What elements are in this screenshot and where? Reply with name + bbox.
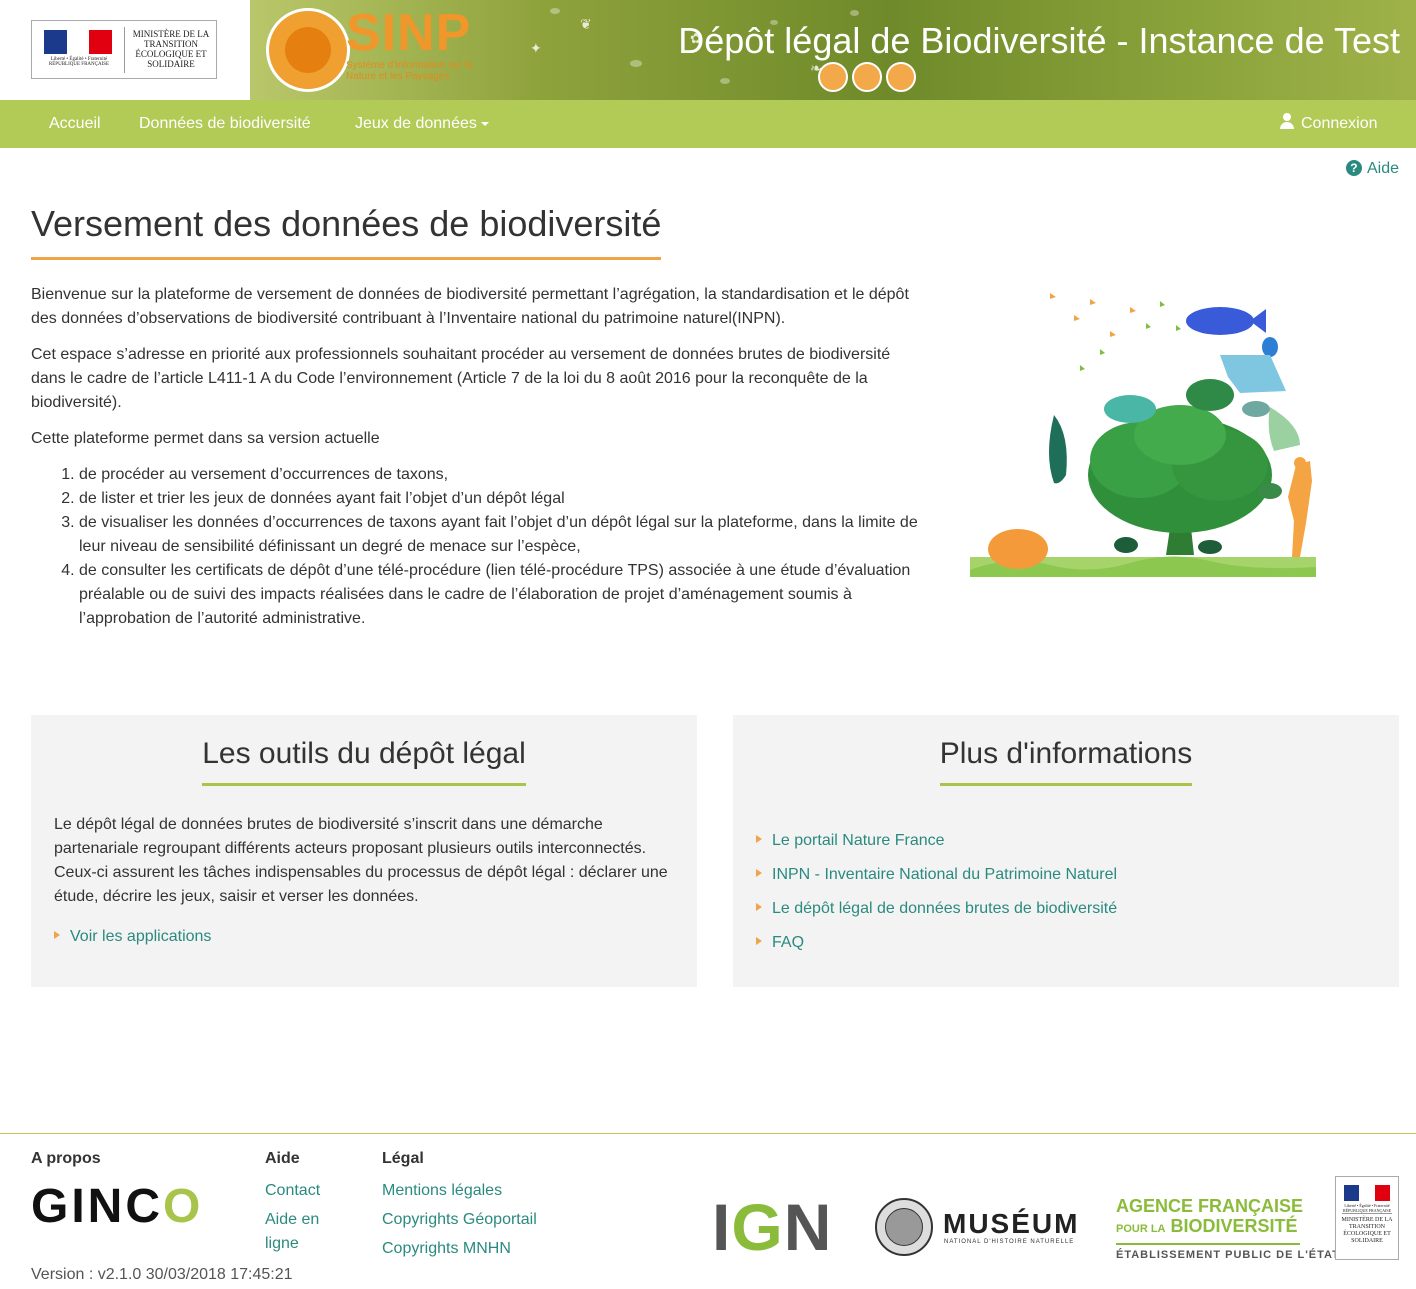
list-item: de procéder au versement d’occurrences d… bbox=[79, 463, 921, 487]
header-banner: ✦ ❦ ✿ ❧ Liberté • Égalité • Fraternité R… bbox=[0, 0, 1416, 100]
user-icon bbox=[1279, 113, 1295, 129]
landscape-icon bbox=[818, 62, 848, 92]
sinp-emblem-icon bbox=[266, 8, 350, 92]
arrow-right-icon bbox=[756, 903, 762, 911]
help-link[interactable]: ? Aide bbox=[1345, 160, 1399, 178]
help-heading: Aide bbox=[265, 1150, 300, 1167]
nature-france-link[interactable]: Le portail Nature France bbox=[756, 832, 945, 850]
geoportail-copyright-link[interactable]: Copyrights Géoportail bbox=[382, 1211, 537, 1229]
french-flag-icon bbox=[1344, 1185, 1390, 1201]
arrow-right-icon bbox=[756, 869, 762, 877]
ginco-logo[interactable]: GINCO bbox=[31, 1182, 203, 1232]
french-flag-icon bbox=[44, 30, 113, 54]
intro-paragraph: Cet espace s’adresse en priorité aux pro… bbox=[31, 346, 891, 411]
mnhn-copyright-link[interactable]: Copyrights MNHN bbox=[382, 1240, 511, 1258]
tools-panel-title: Les outils du dépôt légal bbox=[202, 737, 526, 786]
museum-subtitle: NATIONAL D'HISTOIRE NATURELLE bbox=[944, 1239, 1075, 1245]
ministry-name: MINISTÈRE DE LA TRANSITION ÉCOLOGIQUE ET… bbox=[132, 29, 210, 69]
legal-deposit-link[interactable]: Le dépôt légal de données brutes de biod… bbox=[756, 900, 1117, 918]
legal-notice-link[interactable]: Mentions légales bbox=[382, 1182, 502, 1200]
intro-paragraph: Bienvenue sur la plateforme de versement… bbox=[31, 286, 909, 327]
view-applications-link[interactable]: Voir les applications bbox=[54, 928, 211, 946]
online-help-link[interactable]: Aide en bbox=[265, 1211, 319, 1229]
login-label: Connexion bbox=[1301, 115, 1378, 132]
ign-logo[interactable]: IGN bbox=[712, 1192, 832, 1262]
list-item: de lister et trier les jeux de données a… bbox=[79, 487, 921, 511]
afb-logo[interactable]: AGENCE FRANÇAISE POUR LA BIODIVERSITÉ ÉT… bbox=[1116, 1196, 1339, 1261]
museum-logo[interactable]: MUSÉUM bbox=[943, 1208, 1079, 1240]
faq-link[interactable]: FAQ bbox=[756, 934, 804, 952]
banner-emblems bbox=[818, 62, 916, 92]
inpn-link[interactable]: INPN - Inventaire National du Patrimoine… bbox=[756, 866, 1117, 884]
ministry-logo[interactable]: Liberté • Égalité • Fraternité RÉPUBLIQU… bbox=[31, 20, 217, 79]
main-navbar: Accueil Données de biodiversité Jeux de … bbox=[0, 100, 1416, 148]
biodiversity-illustration bbox=[970, 293, 1316, 577]
features-list: de procéder au versement d’occurrences d… bbox=[79, 463, 921, 631]
tools-panel-text: Le dépôt légal de données brutes de biod… bbox=[54, 816, 668, 905]
list-item: de visualiser les données d’occurrences … bbox=[79, 511, 921, 559]
intro-paragraph: Cette plateforme permet dans sa version … bbox=[31, 430, 380, 447]
sinp-logo[interactable]: SINP Système d'Information sur la Nature… bbox=[346, 6, 496, 96]
flag-caption: Liberté • Égalité • Fraternité RÉPUBLIQU… bbox=[48, 57, 110, 67]
online-help-link-line2[interactable]: ligne bbox=[265, 1235, 299, 1253]
info-panel: Plus d'informations Le portail Nature Fr… bbox=[733, 715, 1399, 987]
nav-datasets-label: Jeux de données bbox=[355, 115, 477, 132]
about-heading: A propos bbox=[31, 1150, 101, 1167]
question-circle-icon: ? bbox=[1345, 160, 1362, 176]
page-title: Versement des données de biodiversité bbox=[31, 203, 662, 260]
intro-section: Bienvenue sur la plateforme de versement… bbox=[31, 283, 921, 631]
footer: A propos GINCO Version : v2.1.0 30/03/20… bbox=[0, 1133, 1416, 1289]
landscape-icon bbox=[852, 62, 882, 92]
nav-biodiversity-data[interactable]: Données de biodiversité bbox=[139, 100, 311, 148]
arrow-right-icon bbox=[756, 937, 762, 945]
site-title: Dépôt légal de Biodiversité - Instance d… bbox=[678, 20, 1400, 61]
legal-heading: Légal bbox=[382, 1150, 424, 1167]
tools-panel: Les outils du dépôt légal Le dépôt légal… bbox=[31, 715, 697, 987]
list-item: de consulter les certificats de dépôt d’… bbox=[79, 559, 921, 631]
arrow-right-icon bbox=[756, 835, 762, 843]
contact-link[interactable]: Contact bbox=[265, 1182, 320, 1200]
museum-seal-icon bbox=[875, 1198, 933, 1256]
info-panel-title: Plus d'informations bbox=[939, 737, 1193, 786]
nav-datasets-dropdown[interactable]: Jeux de données bbox=[355, 100, 489, 148]
version-text: Version : v2.1.0 30/03/2018 17:45:21 bbox=[31, 1266, 293, 1283]
caret-down-icon bbox=[480, 121, 489, 126]
republique-francaise-logo[interactable]: Liberté • Égalité • Fraternité RÉPUBLIQU… bbox=[1335, 1176, 1399, 1260]
help-label: Aide bbox=[1366, 160, 1399, 177]
nav-home[interactable]: Accueil bbox=[49, 100, 101, 148]
login-link[interactable]: Connexion bbox=[1279, 100, 1378, 148]
landscape-icon bbox=[886, 62, 916, 92]
arrow-right-icon bbox=[54, 931, 60, 939]
